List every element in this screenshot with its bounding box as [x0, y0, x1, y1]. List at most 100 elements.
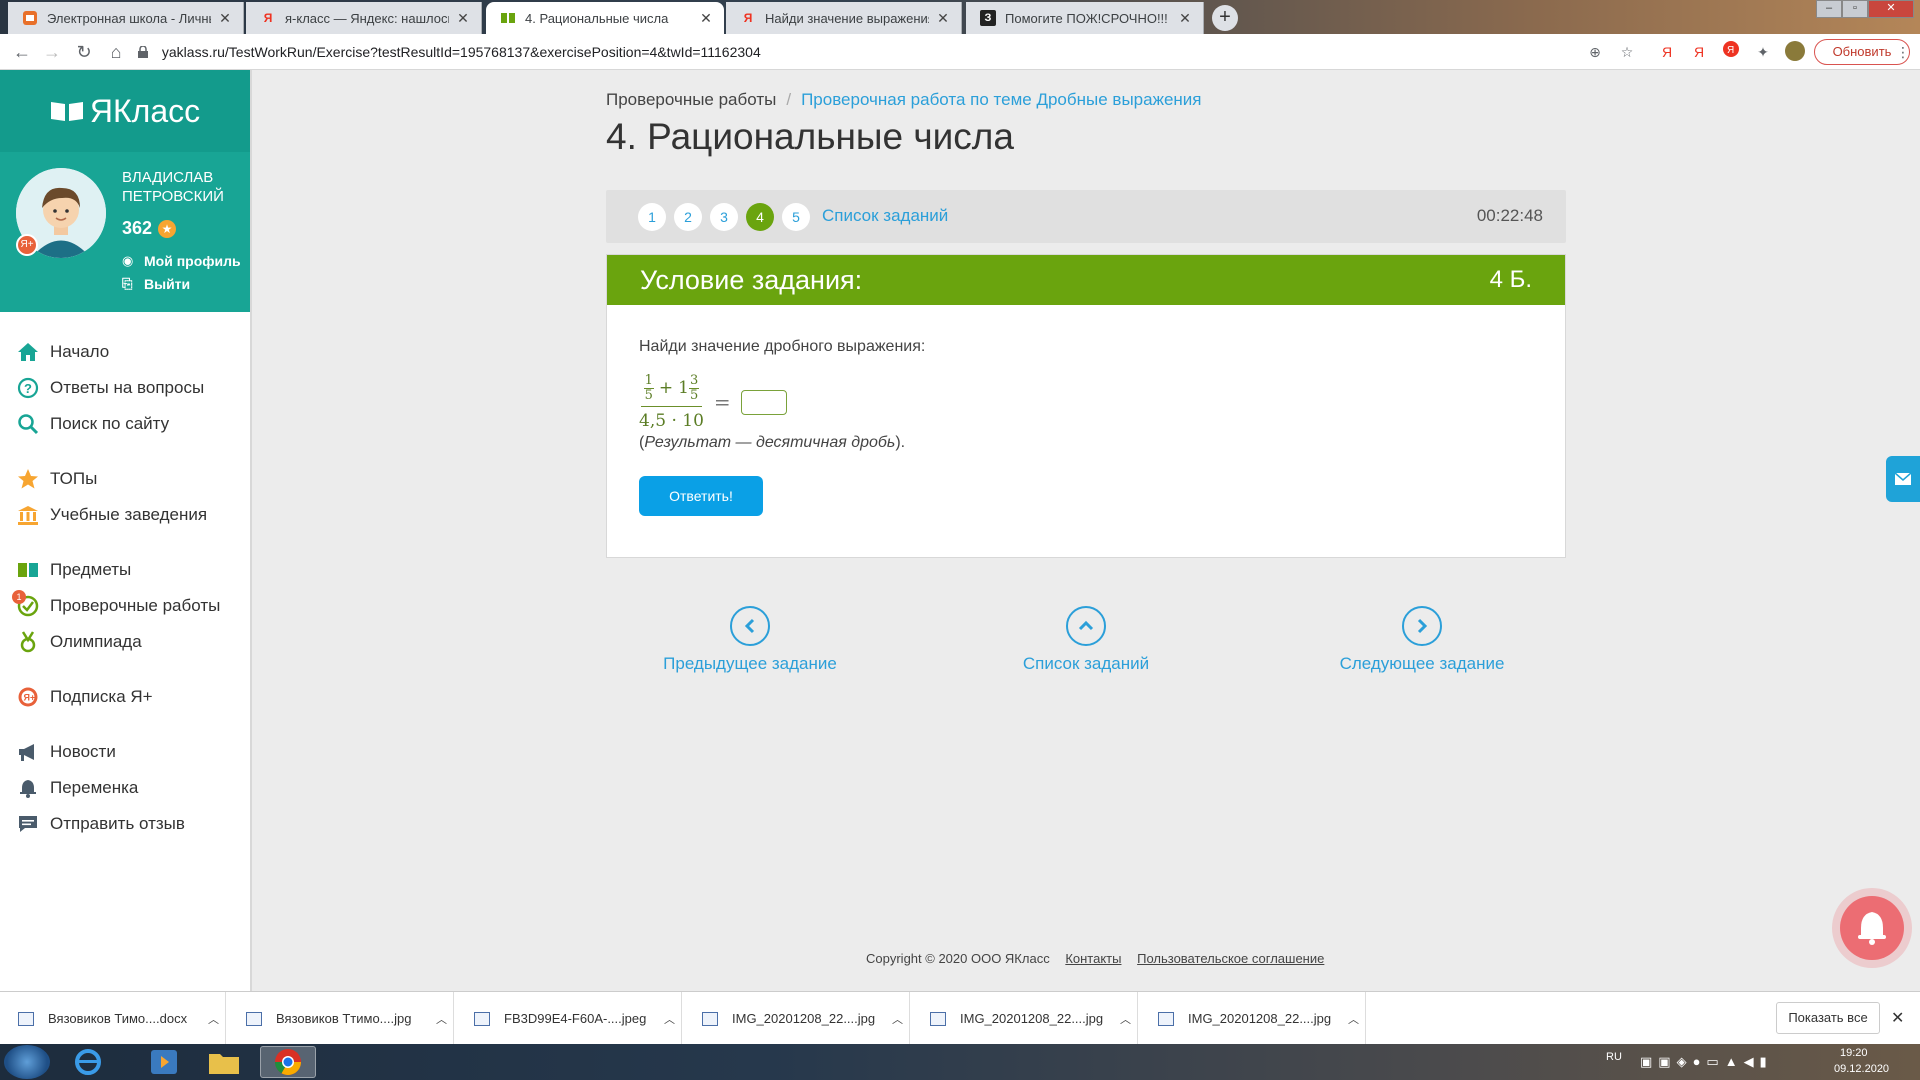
- breadcrumb-root[interactable]: Проверочные работы: [606, 90, 776, 109]
- browser-tab[interactable]: Я я-класс — Яндекс: нашлось 15 ✕: [246, 2, 482, 34]
- yandex-icon: Я: [743, 11, 753, 25]
- browser-tab-strip: Электронная школа - Личный к ✕ Я я-класс…: [0, 0, 1920, 34]
- download-item[interactable]: Вязовиков Тимо....docx ︿: [0, 992, 226, 1045]
- site-logo[interactable]: ЯКласс: [0, 70, 250, 152]
- svg-text:?: ?: [24, 381, 32, 396]
- sidebar-item-label: Проверочные работы: [50, 596, 221, 615]
- next-task-label: Следующее задание: [1339, 654, 1505, 673]
- mail-icon[interactable]: [1886, 456, 1920, 502]
- close-icon[interactable]: ✕: [935, 10, 951, 27]
- chevron-up-icon[interactable]: ︿: [1120, 1011, 1131, 1027]
- sidebar-item-tests[interactable]: 1 Проверочные работы: [0, 588, 250, 624]
- logout-link[interactable]: ⎘ Выйти: [122, 276, 190, 292]
- forward-arrow-icon[interactable]: →: [40, 40, 64, 64]
- star-icon[interactable]: ☆: [1616, 41, 1638, 63]
- sidebar-item-subjects[interactable]: Предметы: [0, 552, 250, 588]
- back-arrow-icon[interactable]: ←: [10, 40, 34, 64]
- chevron-up-icon[interactable]: ︿: [664, 1011, 675, 1027]
- task-list-link[interactable]: Список заданий: [822, 206, 948, 226]
- yandex-ext-icon[interactable]: Я: [1720, 41, 1742, 63]
- home-icon[interactable]: ⌂: [104, 40, 128, 64]
- answer-button[interactable]: Ответить!: [639, 476, 763, 516]
- task-list-bottom-link[interactable]: Список заданий: [966, 606, 1206, 674]
- clock-date[interactable]: 09.12.2020: [1834, 1063, 1889, 1075]
- contacts-link[interactable]: Контакты: [1065, 951, 1121, 966]
- bottom-navigation: Предыдущее задание Список заданий Следую…: [606, 606, 1566, 686]
- ie-icon[interactable]: [60, 1046, 116, 1078]
- sidebar-item-tops[interactable]: ТОПы: [0, 461, 250, 497]
- sidebar-item-news[interactable]: Новости: [0, 734, 250, 770]
- sidebar-item-label: Учебные заведения: [50, 505, 208, 524]
- question-number-button[interactable]: 3: [710, 203, 738, 231]
- download-item[interactable]: Вязовиков Ттимо....jpg ︿: [228, 992, 454, 1045]
- browser-tab[interactable]: З Помогите ПОЖ!СРОЧНО!!! - Ш ✕: [966, 2, 1204, 34]
- download-item[interactable]: IMG_20201208_22....jpg ︿: [684, 992, 910, 1045]
- fraction-b: 3 5: [688, 373, 700, 403]
- close-icon[interactable]: ✕: [1891, 1008, 1904, 1028]
- minimize-button[interactable]: –: [1816, 0, 1842, 18]
- browser-tab-active[interactable]: 4. Рациональные числа ✕: [486, 2, 724, 34]
- yandex-ext-icon[interactable]: Я: [1688, 41, 1710, 63]
- chevron-up-icon[interactable]: ︿: [892, 1011, 903, 1027]
- docx-file-icon: [18, 1011, 34, 1026]
- browser-tab[interactable]: Я Найди значение выражения: 8 ✕: [726, 2, 962, 34]
- close-icon[interactable]: ✕: [698, 10, 714, 27]
- avatar[interactable]: [1784, 41, 1806, 63]
- question-number-button[interactable]: 2: [674, 203, 702, 231]
- question-number-button[interactable]: 5: [782, 203, 810, 231]
- close-icon[interactable]: ✕: [217, 10, 233, 27]
- yandex-ext-icon[interactable]: Я: [1656, 41, 1678, 63]
- chevron-up-icon[interactable]: ︿: [208, 1011, 219, 1027]
- media-player-icon[interactable]: [136, 1046, 192, 1078]
- page-title: 4. Рациональные числа: [606, 116, 1014, 157]
- notification-bell-button[interactable]: [1840, 896, 1904, 960]
- sidebar-item-answers[interactable]: ? Ответы на вопросы: [0, 370, 250, 406]
- answer-input[interactable]: [740, 389, 787, 415]
- sidebar-item-schools[interactable]: Учебные заведения: [0, 497, 250, 533]
- tab-title: я-класс — Яндекс: нашлось 15: [285, 10, 449, 26]
- sidebar-item-olympiad[interactable]: Олимпиада: [0, 624, 250, 660]
- language-indicator[interactable]: RU: [1606, 1051, 1622, 1063]
- clock-time[interactable]: 19:20: [1840, 1047, 1868, 1059]
- sidebar-item-feedback[interactable]: Отправить отзыв: [0, 806, 250, 842]
- puzzle-icon[interactable]: ✦: [1752, 41, 1774, 63]
- folder-icon[interactable]: [196, 1046, 252, 1078]
- download-item[interactable]: IMG_20201208_22....jpg ︿: [912, 992, 1138, 1045]
- tray-icons[interactable]: ▣▣◈●▭▲◀▮: [1640, 1054, 1773, 1070]
- prev-task-link[interactable]: Предыдущее задание: [630, 606, 870, 674]
- task-header: Условие задания: 4 Б.: [607, 255, 1565, 305]
- bell-icon: [1858, 912, 1886, 945]
- download-item[interactable]: FB3D99E4-F60A-....jpeg ︿: [456, 992, 682, 1045]
- image-file-icon: [474, 1011, 490, 1026]
- close-window-button[interactable]: ✕: [1868, 0, 1914, 18]
- menu-dots-icon[interactable]: ⋮: [1892, 41, 1914, 63]
- next-task-link[interactable]: Следующее задание: [1302, 606, 1542, 674]
- new-tab-button[interactable]: +: [1212, 5, 1238, 31]
- browser-tab[interactable]: Электронная школа - Личный к ✕: [8, 2, 244, 34]
- my-profile-link[interactable]: ◉ Мой профиль: [122, 253, 241, 269]
- add-bookmark-icon[interactable]: ⊕: [1584, 41, 1606, 63]
- chrome-icon[interactable]: [260, 1046, 316, 1078]
- show-all-downloads-button[interactable]: Показать все: [1776, 1002, 1880, 1034]
- chevron-up-icon[interactable]: ︿: [1348, 1011, 1359, 1027]
- breadcrumb-link[interactable]: Проверочная работа по теме Дробные выраж…: [801, 90, 1201, 109]
- chevron-up-icon: [1066, 606, 1106, 646]
- chevron-up-icon[interactable]: ︿: [436, 1011, 447, 1027]
- close-icon[interactable]: ✕: [1177, 10, 1193, 27]
- fraction-a-numerator: 1: [643, 372, 654, 389]
- sidebar-item-search[interactable]: Поиск по сайту: [0, 406, 250, 442]
- sidebar-item-home[interactable]: Начало: [0, 334, 250, 370]
- download-item[interactable]: IMG_20201208_22....jpg ︿: [1140, 992, 1366, 1045]
- question-number-button[interactable]: 1: [638, 203, 666, 231]
- sidebar-item-subscription[interactable]: Я+ Подписка Я+: [0, 679, 250, 715]
- address-bar[interactable]: yaklass.ru/TestWorkRun/Exercise?testResu…: [138, 39, 1578, 65]
- windows-start-button[interactable]: [4, 1045, 50, 1079]
- points-value: 362: [122, 218, 153, 238]
- maximize-button[interactable]: ▫: [1842, 0, 1868, 18]
- reload-icon[interactable]: ↻: [72, 40, 96, 64]
- fraction-numerator: 1 5 + 1 3 5: [640, 372, 703, 407]
- close-icon[interactable]: ✕: [455, 10, 471, 27]
- agreement-link[interactable]: Пользовательское соглашение: [1137, 951, 1324, 966]
- sidebar-item-break[interactable]: Переменка: [0, 770, 250, 806]
- question-number-current[interactable]: 4: [746, 203, 774, 231]
